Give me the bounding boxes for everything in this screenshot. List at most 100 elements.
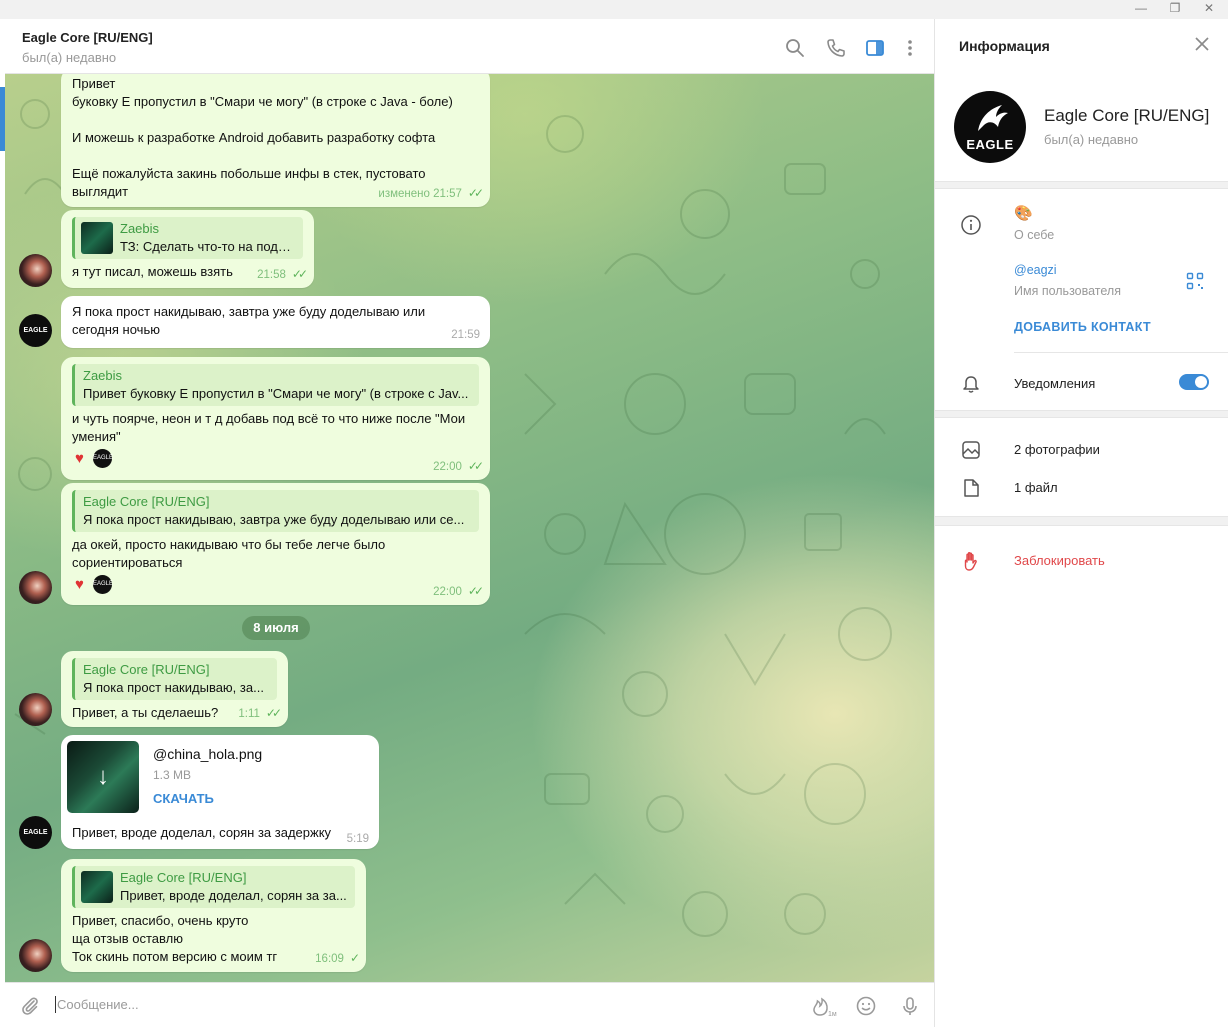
reply-quote[interactable]: Eagle Core [RU/ENG] Привет, вроде додела… xyxy=(72,866,355,908)
reaction-avatar: EAGLE xyxy=(93,575,113,594)
restore-icon[interactable]: ❐ xyxy=(1160,0,1190,19)
message-meta: 21:58 ✓✓ xyxy=(257,265,308,284)
reply-thumbnail xyxy=(81,222,113,254)
file-name[interactable]: @china_hola.png xyxy=(153,746,262,762)
avatar[interactable] xyxy=(19,571,52,604)
message-meta: 21:59 xyxy=(451,326,480,344)
date-separator: 8 июля xyxy=(242,616,310,640)
heart-reaction-icon[interactable]: ♥ xyxy=(75,450,84,468)
username-link[interactable]: @eagzi xyxy=(1014,263,1057,277)
avatar[interactable]: EAGLE xyxy=(19,816,52,849)
message-bubble[interactable]: Eagle Core [RU/ENG] Я пока прост накидыв… xyxy=(61,483,490,605)
message-meta: 22:00 ✓✓ xyxy=(433,457,484,476)
block-hand-icon xyxy=(964,552,977,571)
eagle-logo-icon xyxy=(978,105,1008,131)
reply-text: Привет, вроде доделал, сорян за за... xyxy=(120,888,347,903)
message-bubble[interactable]: Eagle Core [RU/ENG] Я пока прост накидыв… xyxy=(61,651,288,727)
message-text: Привет, спасибо, очень круто ща отзыв ос… xyxy=(72,913,278,964)
reply-author: Eagle Core [RU/ENG] xyxy=(83,662,210,677)
reply-text: Я пока прост накидываю, завтра уже буду … xyxy=(83,512,465,527)
avatar-label: EAGLE xyxy=(23,327,48,334)
bell-icon xyxy=(963,376,979,393)
file-message-bubble[interactable]: ↓ @china_hola.png 1.3 MB СКАЧАТЬ Привет,… xyxy=(61,735,379,849)
reply-author: Eagle Core [RU/ENG] xyxy=(83,494,210,509)
chat-header[interactable]: Eagle Core [RU/ENG] был(а) недавно xyxy=(5,19,934,74)
info-panel-title: Информация xyxy=(959,38,1050,54)
notifications-toggle[interactable] xyxy=(1179,374,1209,390)
window-titlebar: — ❐ ✕ xyxy=(0,0,1228,19)
read-checkmarks-icon: ✓✓ xyxy=(467,584,484,598)
reply-quote[interactable]: Zaebis Привет буковку Е пропустил в "Сма… xyxy=(72,364,479,406)
block-user-button[interactable]: Заблокировать xyxy=(1014,553,1105,568)
notifications-label: Уведомления xyxy=(1014,376,1096,391)
avatar[interactable] xyxy=(19,254,52,287)
file-thumbnail[interactable]: ↓ xyxy=(67,741,139,813)
reaction-avatar: EAGLE xyxy=(93,449,113,468)
text-cursor xyxy=(55,996,56,1013)
reply-quote[interactable]: Eagle Core [RU/ENG] Я пока прост накидыв… xyxy=(72,658,277,700)
more-options-icon[interactable] xyxy=(899,37,921,59)
reply-author: Zaebis xyxy=(120,221,160,236)
message-bubble[interactable]: Eagle Core [RU/ENG] Привет, вроде додела… xyxy=(61,859,366,972)
read-checkmark-icon: ✓ xyxy=(349,951,360,965)
message-time: 22:00 xyxy=(433,461,462,473)
message-bubble[interactable]: Zaebis ТЗ: Сделать что-то на подо... я т… xyxy=(61,210,314,288)
phone-icon[interactable] xyxy=(825,37,847,59)
info-panel: Информация EAGLE Eagle Core [RU/ENG] был… xyxy=(934,19,1228,1027)
qr-code-icon[interactable] xyxy=(1186,272,1204,290)
section-divider xyxy=(935,410,1228,418)
close-window-icon[interactable]: ✕ xyxy=(1194,0,1224,19)
attach-icon[interactable] xyxy=(19,995,41,1017)
add-contact-button[interactable]: ДОБАВИТЬ КОНТАКТ xyxy=(1014,320,1151,334)
reactions[interactable]: ♥ EAGLE xyxy=(72,449,479,469)
message-time: 21:58 xyxy=(257,269,286,281)
sidebar-toggle-icon[interactable] xyxy=(864,37,886,59)
message-bubble[interactable]: Zaebis Привет буковку Е пропустил в "Сма… xyxy=(61,357,490,480)
photo-icon xyxy=(962,441,980,459)
minimize-icon[interactable]: — xyxy=(1126,0,1156,19)
avatar-label: EAGLE xyxy=(23,829,48,836)
reactions[interactable]: ♥ EAGLE xyxy=(72,575,479,595)
message-time: изменено 21:57 xyxy=(378,188,462,200)
search-icon[interactable] xyxy=(784,37,806,59)
reply-author: Eagle Core [RU/ENG] xyxy=(120,870,247,885)
avatar[interactable]: EAGLE xyxy=(19,314,52,347)
chat-title[interactable]: Eagle Core [RU/ENG] xyxy=(22,30,153,45)
profile-status: был(а) недавно xyxy=(1044,132,1139,147)
photos-link[interactable]: 2 фотографии xyxy=(1014,442,1100,457)
slow-mode-fire-icon[interactable]: 1м xyxy=(810,995,838,1017)
emoji-icon[interactable] xyxy=(855,995,877,1017)
close-icon[interactable] xyxy=(1194,36,1210,52)
reply-quote[interactable]: Eagle Core [RU/ENG] Я пока прост накидыв… xyxy=(72,490,479,532)
download-arrow-icon[interactable]: ↓ xyxy=(67,741,139,813)
heart-reaction-icon[interactable]: ♥ xyxy=(75,576,84,594)
reply-text: ТЗ: Сделать что-то на подо... xyxy=(120,239,295,254)
files-link[interactable]: 1 файл xyxy=(1014,480,1058,495)
message-text: Привет, вроде доделал, сорян за задержку xyxy=(72,825,332,840)
microphone-icon[interactable] xyxy=(899,995,921,1017)
message-text: Привет буковку Е пропустил в "Смари че м… xyxy=(72,76,453,199)
reply-quote[interactable]: Zaebis ТЗ: Сделать что-то на подо... xyxy=(72,217,303,259)
info-icon xyxy=(961,215,981,235)
avatar[interactable] xyxy=(19,939,52,972)
message-input-bar: Сообщение... 1м xyxy=(5,982,934,1027)
reply-thumbnail xyxy=(81,871,113,903)
message-time: 5:19 xyxy=(346,833,369,845)
reply-author: Zaebis xyxy=(83,368,123,383)
bio-label: О себе xyxy=(1014,228,1055,242)
download-button[interactable]: СКАЧАТЬ xyxy=(153,791,214,806)
profile-avatar[interactable]: EAGLE xyxy=(954,91,1026,163)
message-meta: 5:19 xyxy=(347,833,369,845)
file-size: 1.3 MB xyxy=(153,768,192,782)
read-checkmarks-icon: ✓✓ xyxy=(265,706,282,720)
chat-messages-area[interactable]: Привет буковку Е пропустил в "Смари че м… xyxy=(5,74,934,982)
message-bubble[interactable]: Привет буковку Е пропустил в "Смари че м… xyxy=(61,74,490,207)
message-time: 21:59 xyxy=(451,329,480,341)
read-checkmarks-icon: ✓✓ xyxy=(467,459,484,473)
section-divider xyxy=(935,181,1228,189)
avatar[interactable] xyxy=(19,693,52,726)
message-text: да окей, просто накидываю что бы тебе ле… xyxy=(72,537,386,570)
message-input[interactable]: Сообщение... xyxy=(57,997,139,1012)
reply-text: Привет буковку Е пропустил в "Смари че м… xyxy=(83,386,469,401)
message-bubble[interactable]: Я пока прост накидываю, завтра уже буду … xyxy=(61,296,490,348)
